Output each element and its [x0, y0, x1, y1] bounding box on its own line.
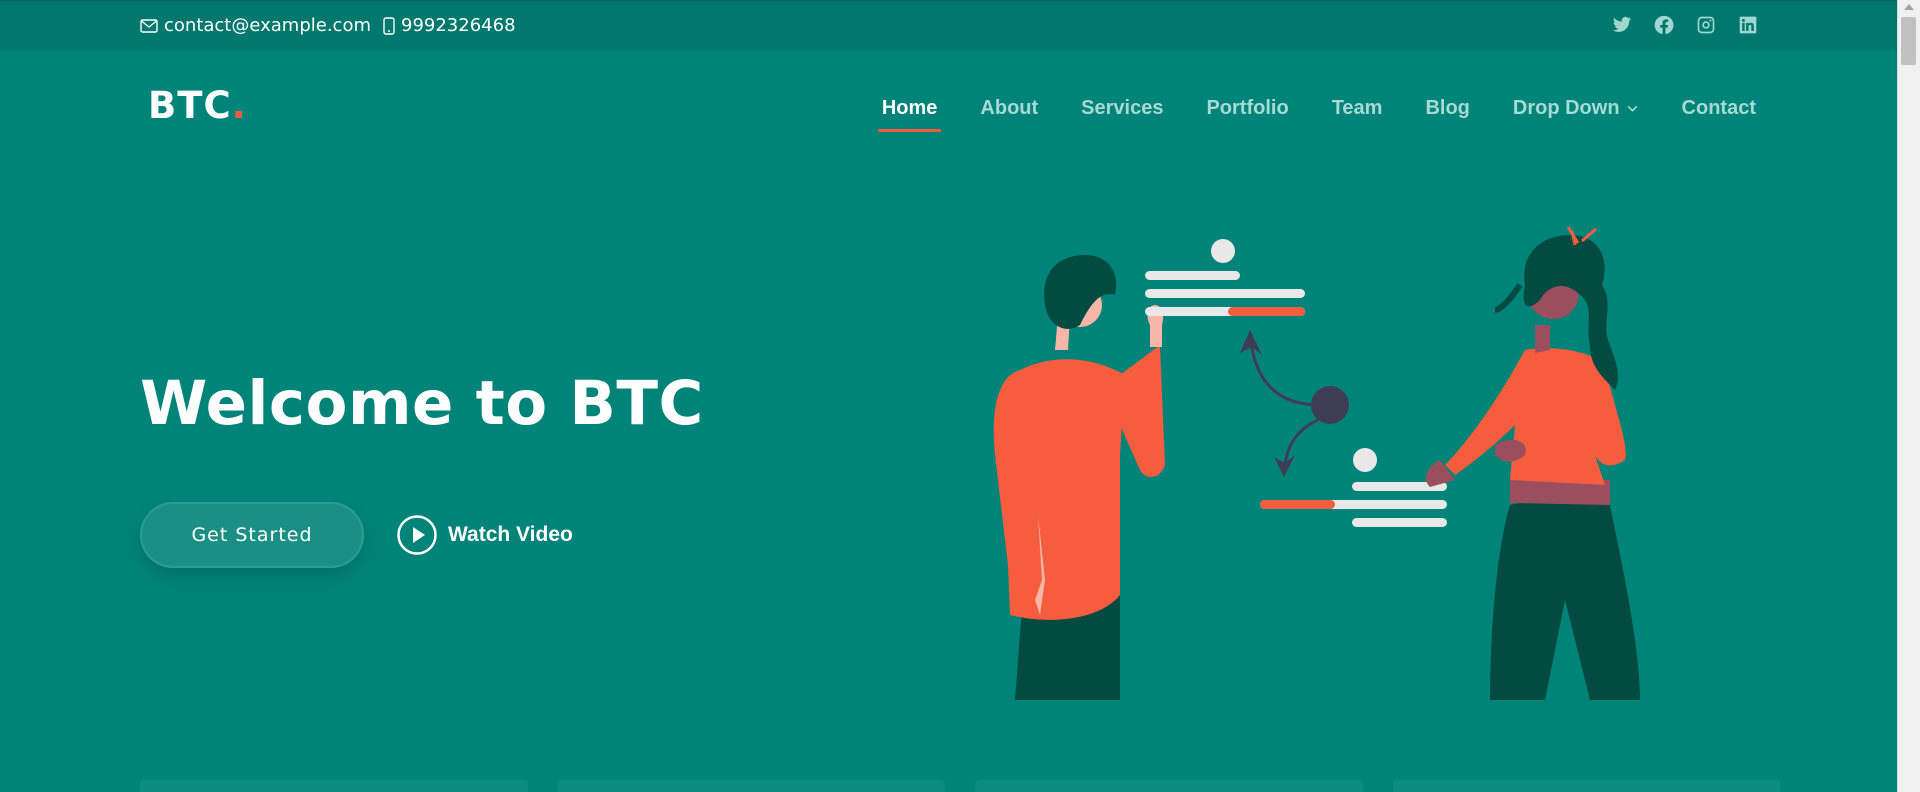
- envelope-icon: [140, 18, 158, 33]
- logo-dot: .: [231, 84, 247, 127]
- card-peek: [140, 780, 528, 792]
- nav-dropdown[interactable]: Drop Down: [1513, 95, 1639, 121]
- instagram-icon[interactable]: [1696, 15, 1716, 35]
- main-nav: Home About Services Portfolio Team Blog …: [839, 95, 1756, 132]
- top-list-graphic: [1145, 239, 1305, 316]
- logo-text: BTC: [148, 84, 232, 127]
- nav-team[interactable]: Team: [1332, 95, 1383, 121]
- nav-services[interactable]: Services: [1081, 95, 1163, 121]
- phone-icon: [383, 16, 395, 35]
- top-bar: contact@example.com 9992326468: [0, 0, 1898, 51]
- scroll-up-arrow[interactable]: [1904, 4, 1914, 10]
- chevron-down-icon: [1626, 102, 1639, 115]
- nav-contact[interactable]: Contact: [1682, 95, 1756, 121]
- hero-title: Welcome to BTC: [140, 368, 704, 439]
- woman-figure: [1425, 226, 1640, 700]
- nav-dropdown-label: Drop Down: [1512, 96, 1620, 119]
- contact-email[interactable]: contact@example.com: [140, 15, 371, 36]
- page: contact@example.com 9992326468 BTC. Home…: [0, 0, 1920, 792]
- nav-about[interactable]: About: [980, 95, 1038, 121]
- nav-portfolio[interactable]: Portfolio: [1206, 95, 1288, 121]
- feature-cards-peek: [140, 780, 1780, 792]
- card-peek: [975, 780, 1363, 792]
- hero-illustration: [993, 226, 1640, 700]
- nav-blog[interactable]: Blog: [1425, 95, 1469, 121]
- bottom-list-graphic: [1260, 448, 1447, 527]
- nav-home[interactable]: Home: [877, 95, 941, 132]
- logo[interactable]: BTC.: [148, 84, 247, 127]
- email-text: contact@example.com: [164, 15, 371, 36]
- play-icon: [397, 515, 437, 555]
- page-scrollbar[interactable]: [1897, 0, 1920, 792]
- facebook-icon[interactable]: [1654, 15, 1674, 35]
- card-peek: [557, 780, 945, 792]
- watch-video-button[interactable]: Watch Video: [397, 515, 573, 555]
- social-links: [1612, 15, 1758, 35]
- watch-video-label: Watch Video: [448, 523, 573, 546]
- contact-phone[interactable]: 9992326468: [383, 15, 516, 36]
- man-figure: [993, 255, 1165, 700]
- linkedin-icon[interactable]: [1738, 15, 1758, 35]
- twitter-icon[interactable]: [1612, 15, 1632, 35]
- card-peek: [1392, 780, 1780, 792]
- exchange-arrows: [1240, 330, 1349, 477]
- phone-text: 9992326468: [401, 15, 516, 36]
- scrollbar-thumb[interactable]: [1901, 17, 1916, 65]
- get-started-button[interactable]: Get Started: [140, 502, 364, 568]
